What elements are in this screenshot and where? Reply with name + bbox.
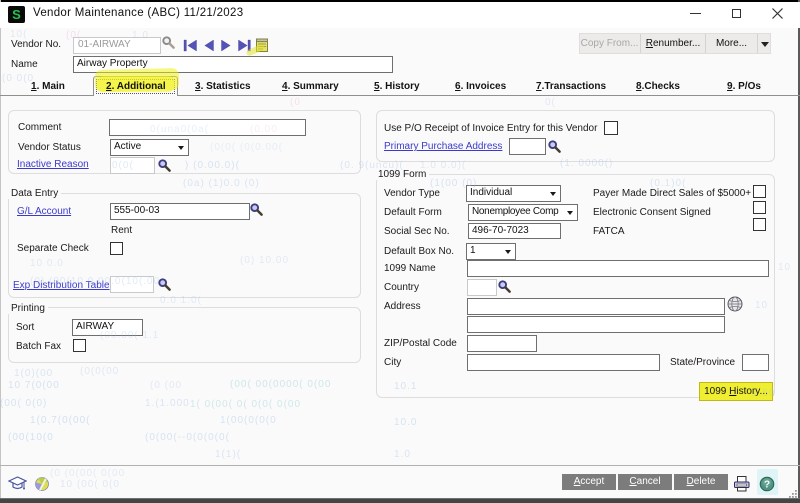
svg-text:?: ? [764, 480, 770, 491]
